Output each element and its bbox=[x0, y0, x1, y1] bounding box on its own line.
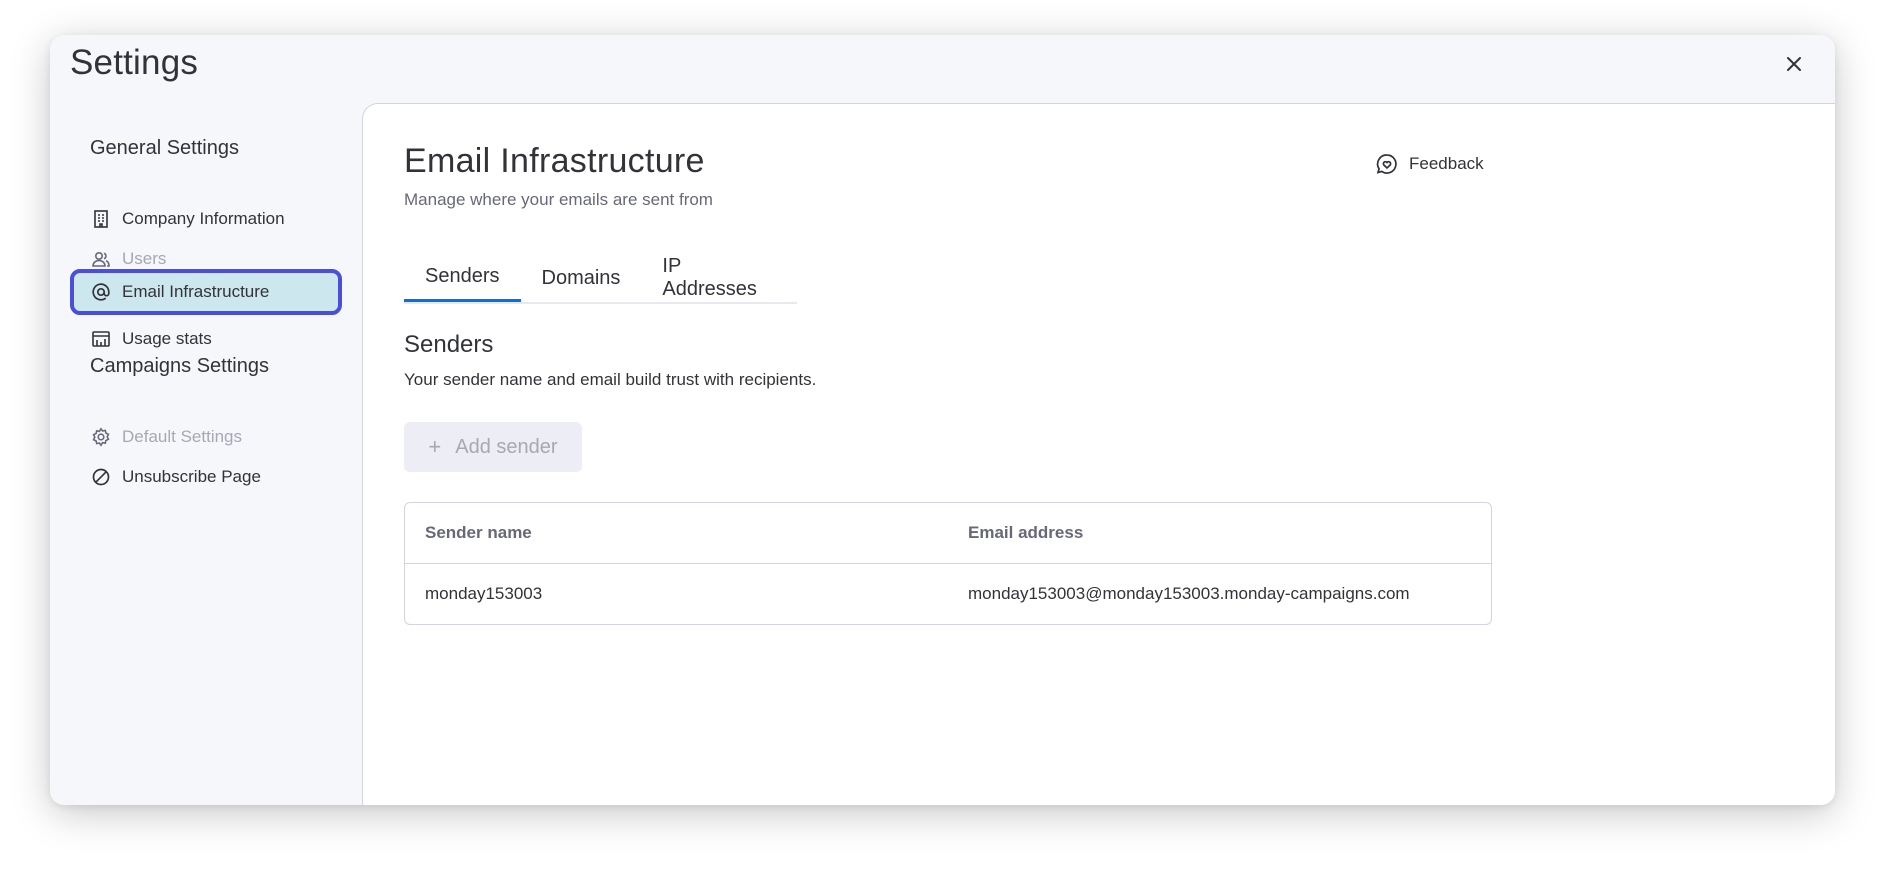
general-settings-title: General Settings bbox=[90, 137, 239, 159]
sidebar-item-email-infrastructure[interactable]: Email Infrastructure bbox=[70, 269, 342, 315]
main-panel: Email Infrastructure Manage where your e… bbox=[362, 103, 1835, 805]
users-icon bbox=[90, 248, 112, 270]
plus-icon: + bbox=[428, 434, 442, 459]
column-header-email-address: Email address bbox=[968, 523, 1084, 542]
section-description: Your sender name and email build trust w… bbox=[404, 370, 817, 389]
gear-icon bbox=[90, 426, 112, 448]
section-title: Senders bbox=[404, 331, 494, 358]
email-address-cell: monday153003@monday153003.monday-campaig… bbox=[968, 584, 1410, 603]
tab-ip-addresses[interactable]: IP Addresses bbox=[641, 254, 797, 302]
close-button[interactable] bbox=[1779, 49, 1809, 79]
senders-table: Sender name Email address monday153003 m… bbox=[404, 502, 1492, 625]
sidebar-item-default-settings[interactable]: Default Settings bbox=[74, 417, 338, 457]
prohibited-icon bbox=[90, 466, 112, 488]
add-sender-button[interactable]: + Add sender bbox=[404, 422, 582, 472]
tabs-bar: Senders Domains IP Addresses bbox=[404, 254, 797, 304]
feedback-button[interactable]: Feedback bbox=[1375, 152, 1484, 176]
sidebar-item-company-information[interactable]: Company Information bbox=[74, 199, 338, 239]
settings-dialog: Settings General Settings Company Inform… bbox=[50, 35, 1835, 805]
add-sender-label: Add sender bbox=[455, 435, 558, 458]
sidebar-item-label: Company Information bbox=[122, 209, 285, 228]
dialog-title: Settings bbox=[70, 43, 199, 82]
sidebar-item-unsubscribe-page[interactable]: Unsubscribe Page bbox=[74, 457, 338, 497]
close-icon bbox=[1787, 57, 1801, 71]
page-subtitle: Manage where your emails are sent from bbox=[404, 190, 713, 209]
sidebar-item-label: Default Settings bbox=[122, 427, 243, 446]
at-sign-icon bbox=[90, 281, 112, 303]
column-header-sender-name: Sender name bbox=[425, 523, 532, 542]
tab-senders[interactable]: Senders bbox=[404, 254, 521, 302]
sidebar-item-label: Users bbox=[122, 249, 167, 268]
feedback-heart-chat-icon bbox=[1375, 152, 1399, 176]
settings-sidebar: General Settings Company Information Use… bbox=[50, 103, 362, 805]
sender-name-cell: monday153003 bbox=[425, 584, 543, 603]
page-title: Email Infrastructure bbox=[404, 142, 705, 180]
feedback-label: Feedback bbox=[1409, 154, 1484, 173]
usage-stats-icon bbox=[90, 328, 112, 350]
table-row[interactable]: monday153003 monday153003@monday153003.m… bbox=[405, 564, 1491, 624]
sidebar-item-label: Usage stats bbox=[122, 329, 212, 348]
sidebar-item-label: Unsubscribe Page bbox=[122, 467, 261, 486]
sidebar-item-usage-stats[interactable]: Usage stats bbox=[74, 319, 338, 359]
campaigns-settings-title: Campaigns Settings bbox=[90, 355, 269, 377]
tab-domains[interactable]: Domains bbox=[521, 254, 642, 302]
sidebar-item-label: Email Infrastructure bbox=[122, 282, 270, 301]
table-header: Sender name Email address bbox=[405, 503, 1491, 564]
building-icon bbox=[90, 208, 112, 230]
